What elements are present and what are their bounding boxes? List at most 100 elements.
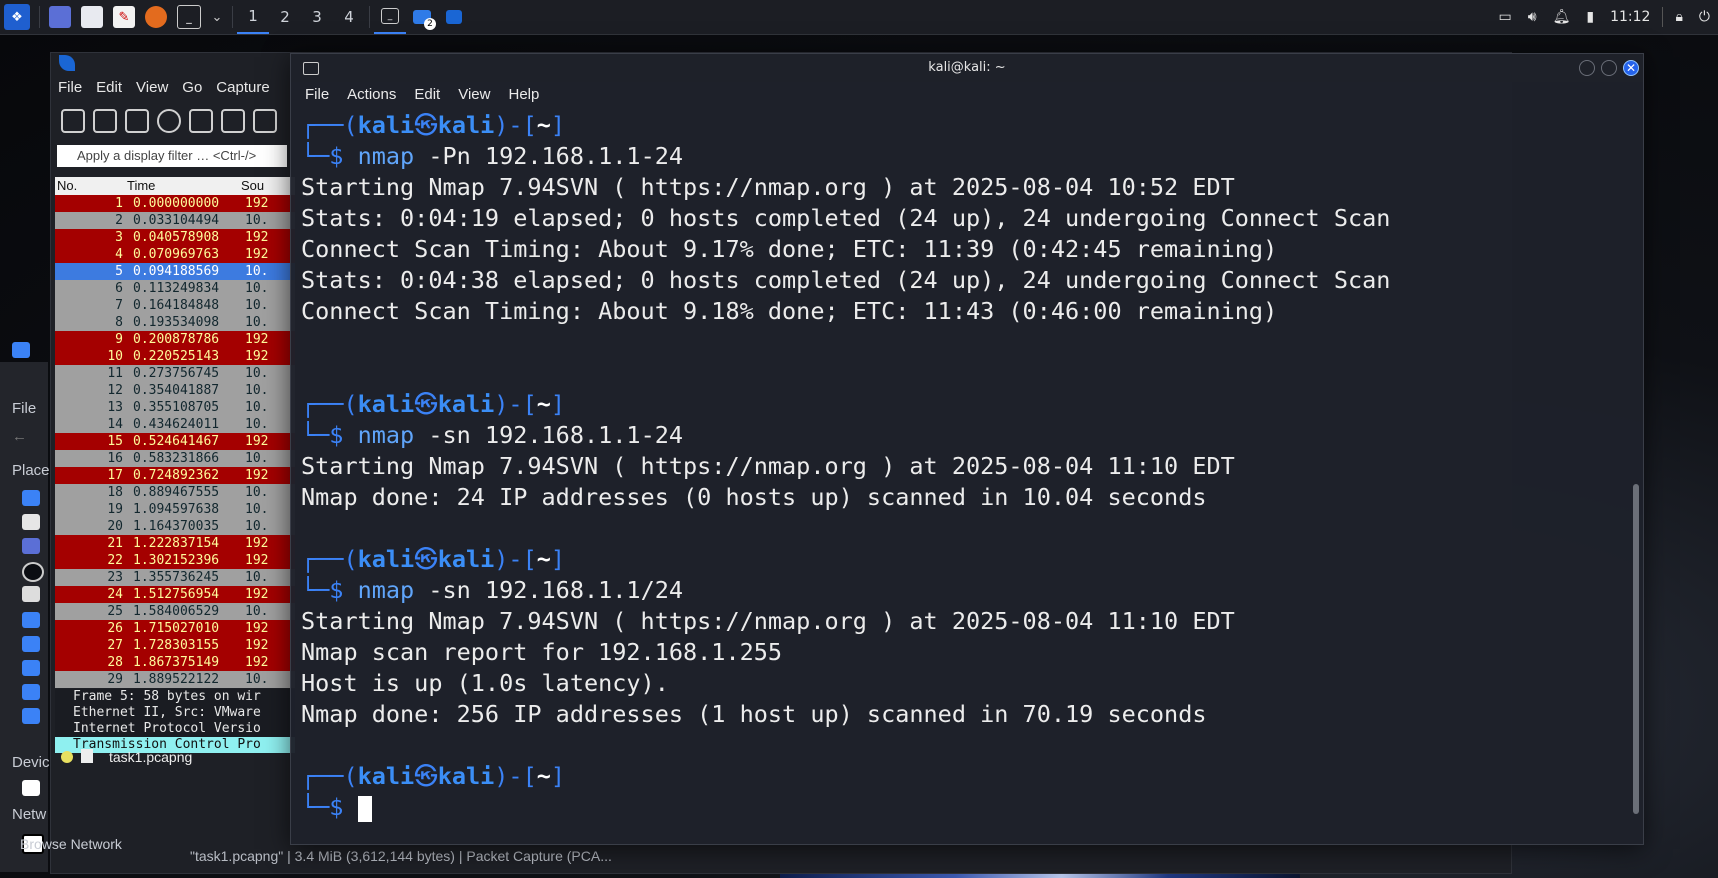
- show-desktop-icon[interactable]: [49, 6, 71, 28]
- stop-capture-icon[interactable]: [93, 109, 117, 133]
- term-menu-file[interactable]: File: [305, 86, 329, 103]
- packet-row[interactable]: 27 1.728303155 192: [55, 637, 295, 654]
- packet-row[interactable]: 9 0.200878786 192: [55, 331, 295, 348]
- save-file-icon[interactable]: [221, 109, 245, 133]
- packet-row[interactable]: 7 0.164184848 10.: [55, 297, 295, 314]
- detail-frame[interactable]: Frame 5: 58 bytes on wir: [55, 689, 295, 705]
- ws-menu-edit[interactable]: Edit: [96, 79, 122, 103]
- packet-row[interactable]: 20 1.164370035 10.: [55, 518, 295, 535]
- packet-row[interactable]: 29 1.889522122 10.: [55, 671, 295, 688]
- terminal-output[interactable]: ┌──(kali㉿kali)-[~] └─$ nmap -Pn 192.168.1…: [301, 110, 1621, 823]
- packet-row[interactable]: 13 0.355108705 10.: [55, 399, 295, 416]
- col-no[interactable]: No.: [57, 178, 77, 193]
- packet-row[interactable]: 15 0.524641467 192: [55, 433, 295, 450]
- volume-icon[interactable]: 🔊︎: [1528, 9, 1537, 25]
- task-file-manager[interactable]: 2: [406, 0, 438, 34]
- packet-row[interactable]: 8 0.193534098 10.: [55, 314, 295, 331]
- term-menu-actions[interactable]: Actions: [347, 86, 396, 103]
- ws-menu-capture[interactable]: Capture: [216, 79, 269, 103]
- packet-row[interactable]: 18 0.889467555 10.: [55, 484, 295, 501]
- documents-icon[interactable]: [22, 612, 40, 628]
- edit-comment-icon[interactable]: [81, 749, 93, 763]
- packet-list[interactable]: 1 0.000000000 192 2 0.033104494 10. 3 0.0405789…: [55, 195, 295, 688]
- back-arrow-icon[interactable]: ←: [12, 428, 27, 445]
- browse-network-item[interactable]: Browse Network: [20, 836, 122, 852]
- packet-row[interactable]: 21 1.222837154 192: [55, 535, 295, 552]
- packet-row[interactable]: 4 0.070969763 192: [55, 246, 295, 263]
- chevron-down-icon[interactable]: ⌄: [211, 6, 223, 28]
- detail-ethernet[interactable]: Ethernet II, Src: VMware: [55, 705, 295, 721]
- pictures-icon[interactable]: [22, 684, 40, 700]
- packet-row[interactable]: 25 1.584006529 10.: [55, 603, 295, 620]
- packet-row[interactable]: 3 0.040578908 192: [55, 229, 295, 246]
- packet-row[interactable]: 10 0.220525143 192: [55, 348, 295, 365]
- restart-capture-icon[interactable]: [125, 109, 149, 133]
- packet-row[interactable]: 17 0.724892362 192: [55, 467, 295, 484]
- packet-row[interactable]: 22 1.302152396 192: [55, 552, 295, 569]
- packet-row[interactable]: 24 1.512756954 192: [55, 586, 295, 603]
- terminal-window[interactable]: kali@kali: ~ ✕ File Actions Edit View He…: [290, 53, 1644, 845]
- task-terminal[interactable]: _: [374, 0, 406, 34]
- packet-details[interactable]: Frame 5: 58 bytes on wir Ethernet II, Sr…: [55, 689, 295, 753]
- battery-icon[interactable]: ▮: [1586, 9, 1594, 25]
- desktop-folder-icon[interactable]: [22, 538, 40, 554]
- prompt-frame: )-[: [494, 545, 537, 573]
- ws-menu-file[interactable]: File: [58, 79, 82, 103]
- workspace-4[interactable]: 4: [333, 0, 365, 34]
- kali-menu-icon[interactable]: ❖: [4, 4, 30, 30]
- notification-bell-icon[interactable]: 🔔︎: [1553, 9, 1571, 25]
- music-icon[interactable]: [22, 660, 40, 676]
- desktop-place-icon[interactable]: [22, 490, 40, 506]
- recent-icon[interactable]: [22, 562, 44, 582]
- packet-row[interactable]: 5 0.094188569 10.: [55, 263, 295, 280]
- open-file-icon[interactable]: [189, 109, 213, 133]
- packet-row[interactable]: 6 0.113249834 10.: [55, 280, 295, 297]
- ws-menu-view[interactable]: View: [136, 79, 168, 103]
- detail-ip[interactable]: Internet Protocol Versio: [55, 721, 295, 737]
- minimize-button[interactable]: [1579, 60, 1595, 76]
- maximize-button[interactable]: [1601, 60, 1617, 76]
- term-menu-view[interactable]: View: [458, 86, 490, 103]
- start-capture-icon[interactable]: [61, 109, 85, 133]
- packet-row[interactable]: 11 0.273756745 10.: [55, 365, 295, 382]
- packet-row[interactable]: 2 0.033104494 10.: [55, 212, 295, 229]
- col-time[interactable]: Time: [127, 178, 155, 193]
- videos-icon[interactable]: [22, 708, 40, 724]
- term-menu-help[interactable]: Help: [508, 86, 539, 103]
- display-filter-input[interactable]: Apply a display filter … <Ctrl-/>: [57, 145, 287, 167]
- terminal-titlebar[interactable]: kali@kali: ~ ✕: [291, 54, 1643, 82]
- packet-row[interactable]: 23 1.355736245 10.: [55, 569, 295, 586]
- close-file-icon[interactable]: [253, 109, 277, 133]
- file-manager-icon[interactable]: [81, 6, 103, 28]
- trash-icon[interactable]: [22, 586, 40, 602]
- terminal-icon[interactable]: _: [177, 5, 201, 29]
- workspace-3[interactable]: 3: [301, 0, 333, 34]
- clock[interactable]: 11:12: [1610, 9, 1650, 25]
- text-editor-icon[interactable]: ✎: [113, 6, 135, 28]
- drive-icon[interactable]: [22, 780, 40, 796]
- col-source[interactable]: Sou: [241, 178, 264, 193]
- firefox-icon[interactable]: [145, 6, 167, 28]
- fm-menu-file[interactable]: File: [12, 400, 36, 417]
- expert-info-icon[interactable]: [61, 751, 73, 763]
- home-place-icon[interactable]: [22, 514, 40, 530]
- packet-row[interactable]: 26 1.715027010 192: [55, 620, 295, 637]
- packet-row[interactable]: 14 0.434624011 10.: [55, 416, 295, 433]
- workspace-2[interactable]: 2: [269, 0, 301, 34]
- ws-menu-go[interactable]: Go: [182, 79, 202, 103]
- packet-row[interactable]: 1 0.000000000 192: [55, 195, 295, 212]
- term-menu-edit[interactable]: Edit: [414, 86, 440, 103]
- packet-row[interactable]: 12 0.354041887 10.: [55, 382, 295, 399]
- task-wireshark[interactable]: [438, 0, 470, 34]
- close-button[interactable]: ✕: [1623, 60, 1639, 76]
- capture-options-icon[interactable]: [157, 109, 181, 133]
- packet-row[interactable]: 16 0.583231866 10.: [55, 450, 295, 467]
- power-icon[interactable]: ⏻: [1699, 9, 1710, 25]
- downloads-icon[interactable]: [22, 636, 40, 652]
- workspace-1[interactable]: 1: [237, 0, 269, 34]
- packet-row[interactable]: 19 1.094597638 10.: [55, 501, 295, 518]
- terminal-scrollbar[interactable]: [1633, 484, 1639, 814]
- packet-row[interactable]: 28 1.867375149 192: [55, 654, 295, 671]
- lock-icon[interactable]: 🔒︎: [1675, 9, 1682, 25]
- screen-icon[interactable]: ▭: [1499, 9, 1512, 25]
